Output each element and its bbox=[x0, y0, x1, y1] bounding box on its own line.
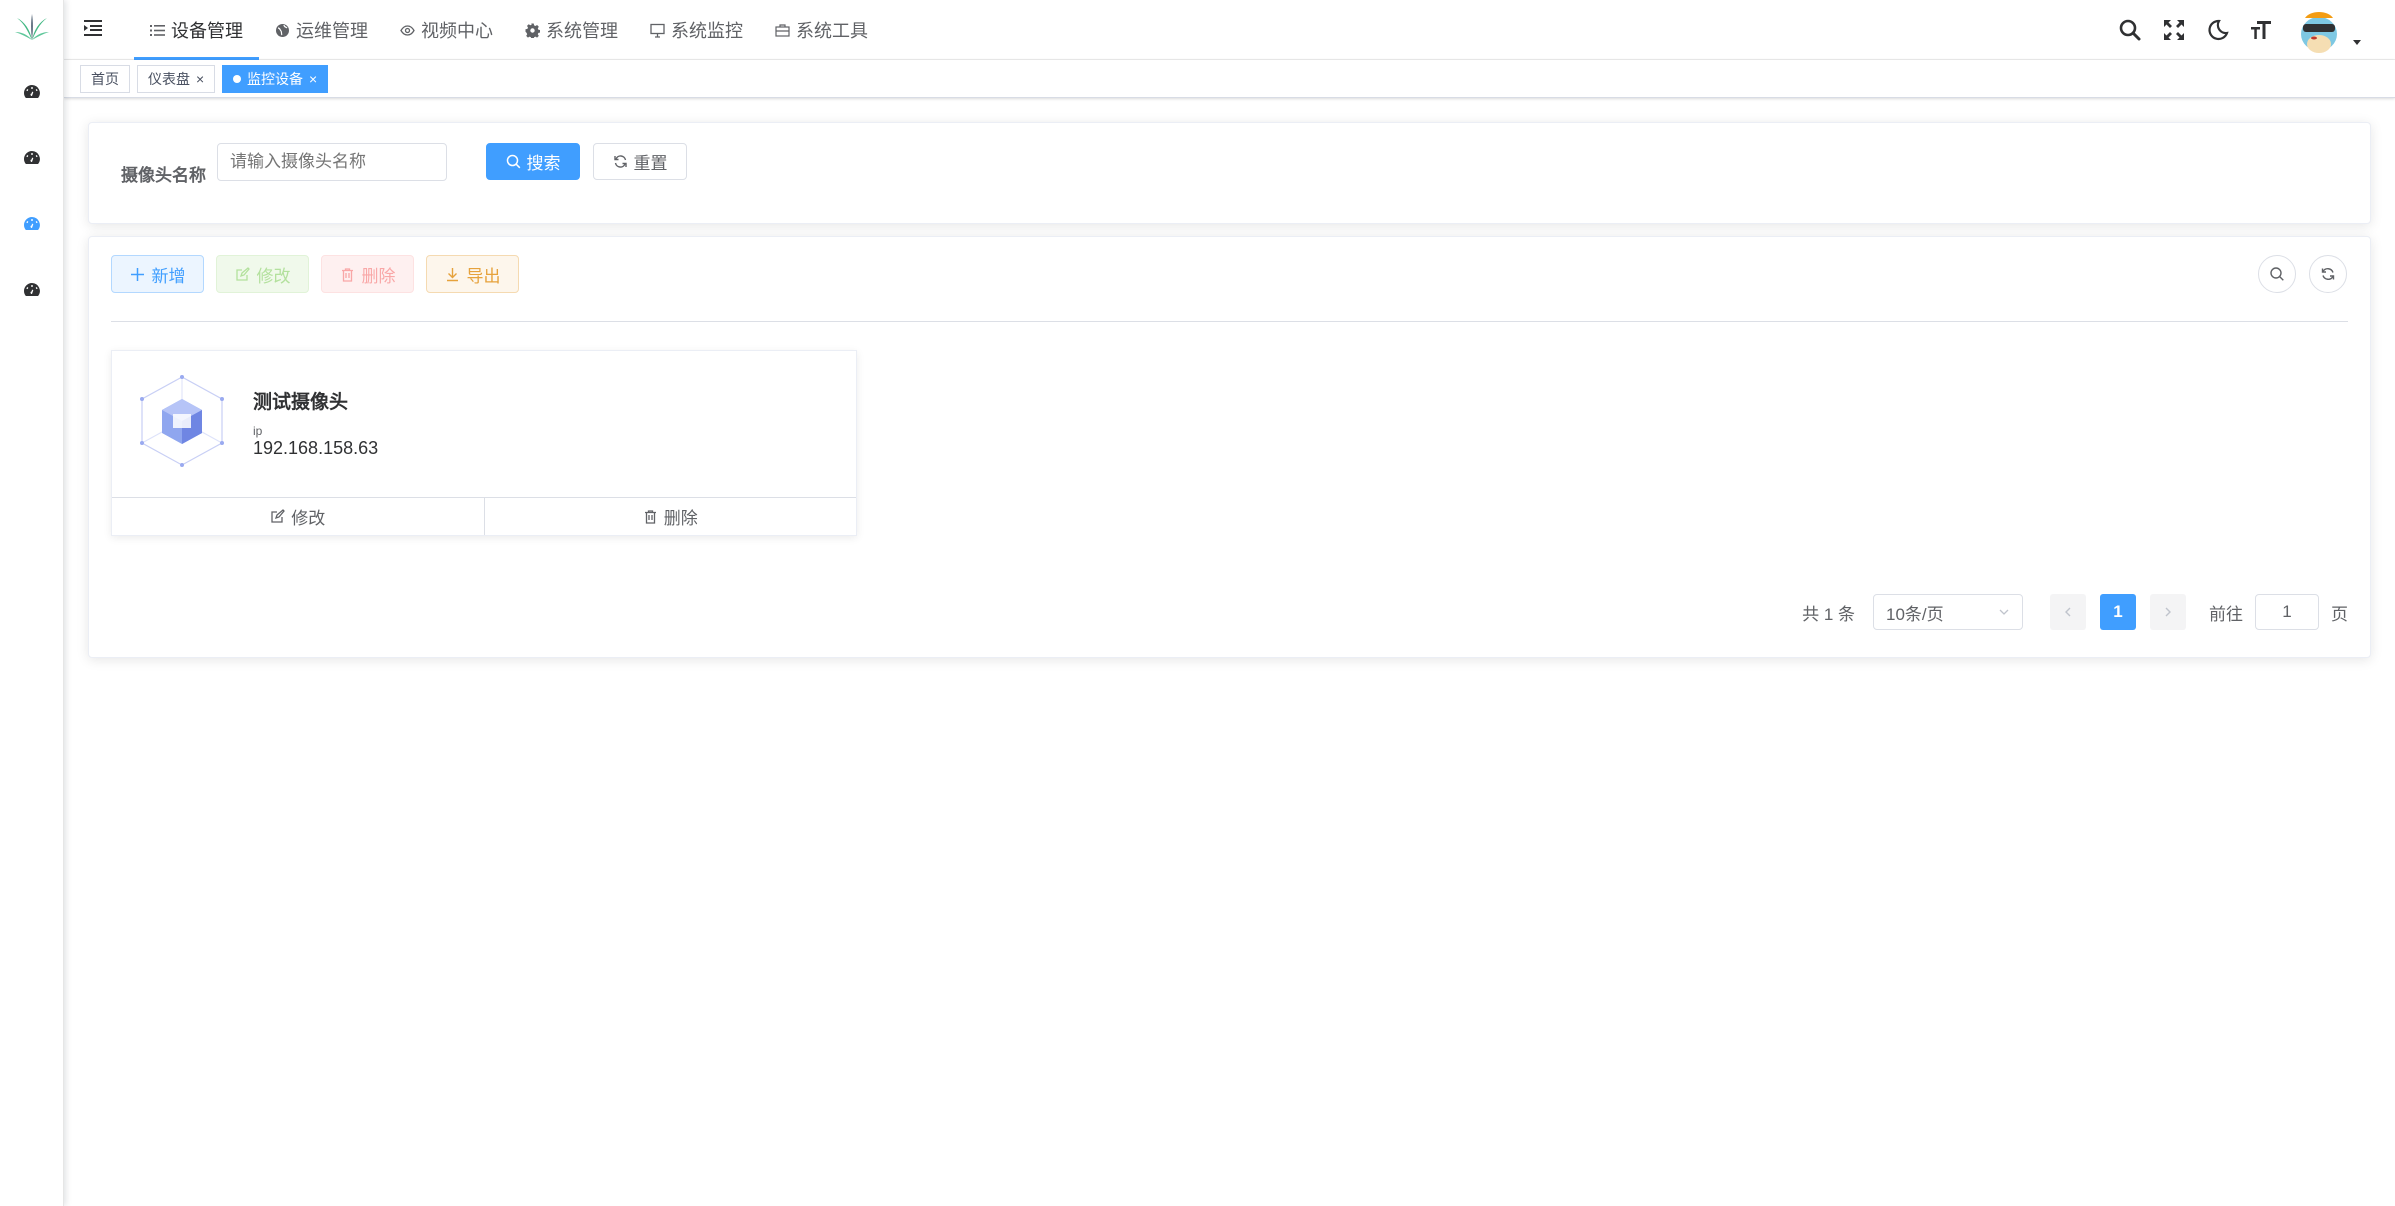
edit-icon bbox=[271, 509, 286, 523]
eye-icon bbox=[400, 24, 415, 36]
font-size-icon[interactable] bbox=[2249, 17, 2275, 43]
chevron-right-icon bbox=[2165, 607, 2171, 617]
trash-icon bbox=[644, 510, 656, 524]
camera-name-input[interactable] bbox=[217, 143, 447, 181]
menu-item-label: 系统工具 bbox=[796, 21, 868, 41]
device-delete-button[interactable]: 删除 bbox=[485, 498, 857, 535]
camera-cube-image bbox=[140, 375, 224, 467]
top-navbar: 设备管理 运维管理 视频中心 系统管理 系统监控 系统工具 bbox=[64, 0, 2395, 60]
plant-logo-icon[interactable] bbox=[13, 12, 51, 44]
prev-page-button[interactable] bbox=[2050, 594, 2086, 630]
delete-button-label: 删除 bbox=[361, 266, 396, 286]
page-size-value: 10条/页 bbox=[1886, 604, 1944, 624]
tags-view: 首页 仪表盘 × 监控设备 × bbox=[64, 60, 2395, 98]
export-button-label: 导出 bbox=[466, 266, 501, 286]
close-icon[interactable]: × bbox=[196, 72, 204, 86]
toolbox-icon bbox=[775, 23, 790, 37]
goto-label: 前往 bbox=[2209, 604, 2243, 624]
search-button-label: 搜索 bbox=[526, 154, 561, 173]
refresh-icon bbox=[613, 155, 627, 168]
user-avatar[interactable] bbox=[2293, 4, 2345, 56]
menu-item-label: 视频中心 bbox=[421, 21, 493, 41]
menu-item-ops-management[interactable]: 运维管理 bbox=[259, 0, 384, 60]
add-button[interactable]: 新增 bbox=[111, 255, 204, 293]
menu-item-system-tools[interactable]: 系统工具 bbox=[759, 0, 884, 60]
tag-label: 监控设备 bbox=[247, 71, 303, 87]
menu-item-label: 系统监控 bbox=[671, 21, 743, 41]
globe-icon bbox=[276, 23, 289, 37]
active-dot-icon bbox=[233, 75, 241, 83]
header-tools bbox=[2117, 0, 2363, 60]
search-icon bbox=[2270, 267, 2284, 281]
dashboard-icon[interactable] bbox=[22, 148, 42, 168]
device-edit-label: 修改 bbox=[291, 509, 326, 528]
page-unit-label: 页 bbox=[2331, 604, 2348, 624]
device-card: 测试摄像头 ip 192.168.158.63 修改 删除 bbox=[111, 350, 857, 536]
reset-button[interactable]: 重置 bbox=[593, 143, 687, 180]
refresh-button[interactable] bbox=[2309, 255, 2347, 293]
top-menu: 设备管理 运维管理 视频中心 系统管理 系统监控 系统工具 bbox=[134, 0, 884, 60]
goto-page-input[interactable]: 1 bbox=[2255, 594, 2319, 630]
tag-dashboard[interactable]: 仪表盘 × bbox=[137, 65, 216, 93]
dashboard-icon[interactable] bbox=[22, 82, 42, 102]
refresh-icon bbox=[2321, 268, 2335, 280]
export-button[interactable]: 导出 bbox=[426, 255, 519, 293]
dashboard-icon[interactable] bbox=[22, 214, 42, 234]
device-ip: 192.168.158.63 bbox=[253, 438, 379, 458]
divider bbox=[111, 321, 2348, 322]
chevron-left-icon bbox=[2065, 607, 2071, 617]
menu-item-device-management[interactable]: 设备管理 bbox=[134, 0, 259, 60]
menu-item-label: 运维管理 bbox=[296, 21, 368, 41]
device-actions: 修改 删除 bbox=[112, 497, 856, 535]
menu-item-label: 设备管理 bbox=[171, 21, 243, 41]
gear-icon bbox=[525, 23, 540, 38]
pagination: 共 1 条 10条/页 1 前往 1 页 bbox=[1802, 593, 2348, 631]
download-icon bbox=[446, 267, 458, 281]
chevron-down-icon bbox=[1999, 609, 2009, 615]
tag-label: 仪表盘 bbox=[148, 71, 190, 87]
device-ip-label: ip bbox=[253, 424, 263, 438]
next-page-button[interactable] bbox=[2150, 594, 2186, 630]
device-delete-label: 删除 bbox=[663, 509, 698, 528]
menu-fold-icon[interactable] bbox=[82, 17, 104, 39]
edit-icon bbox=[235, 266, 250, 281]
device-name: 测试摄像头 bbox=[253, 392, 349, 413]
page-number[interactable]: 1 bbox=[2100, 594, 2136, 630]
search-icon bbox=[506, 154, 520, 169]
goto-page: 前往 1 页 bbox=[2209, 594, 2348, 630]
tag-monitor-device[interactable]: 监控设备 × bbox=[222, 65, 329, 93]
menu-item-label: 系统管理 bbox=[546, 21, 618, 41]
tag-home[interactable]: 首页 bbox=[80, 65, 130, 93]
device-edit-button[interactable]: 修改 bbox=[112, 498, 485, 535]
caret-down-icon[interactable] bbox=[2351, 36, 2363, 48]
moon-icon[interactable] bbox=[2205, 17, 2231, 43]
reset-button-label: 重置 bbox=[633, 154, 668, 173]
device-list-panel: 新增 修改 删除 导出 测试摄像头 ip 192.168.158.63 修改 删… bbox=[88, 236, 2371, 658]
sidebar bbox=[0, 0, 64, 1206]
plus-icon bbox=[130, 267, 144, 281]
menu-item-system-management[interactable]: 系统管理 bbox=[509, 0, 634, 60]
tag-label: 首页 bbox=[91, 71, 119, 87]
close-icon[interactable]: × bbox=[309, 72, 317, 86]
trash-icon bbox=[341, 267, 353, 282]
dashboard-icon[interactable] bbox=[22, 280, 42, 300]
monitor-icon bbox=[650, 23, 665, 38]
search-form: 摄像头名称 搜索 重置 bbox=[88, 122, 2371, 224]
edit-button-label: 修改 bbox=[256, 266, 291, 286]
total-count: 共 1 条 bbox=[1802, 604, 1855, 624]
delete-button[interactable]: 删除 bbox=[321, 255, 414, 293]
camera-name-label: 摄像头名称 bbox=[121, 166, 206, 185]
search-button[interactable]: 搜索 bbox=[486, 143, 580, 180]
page-size-select[interactable]: 10条/页 bbox=[1873, 594, 2023, 630]
edit-button[interactable]: 修改 bbox=[216, 255, 309, 293]
add-button-label: 新增 bbox=[151, 266, 186, 286]
menu-item-video-center[interactable]: 视频中心 bbox=[384, 0, 509, 60]
fullscreen-icon[interactable] bbox=[2161, 17, 2187, 43]
list-icon bbox=[150, 24, 165, 36]
search-icon[interactable] bbox=[2117, 17, 2143, 43]
toggle-search-button[interactable] bbox=[2258, 255, 2296, 293]
menu-item-system-monitor[interactable]: 系统监控 bbox=[634, 0, 759, 60]
